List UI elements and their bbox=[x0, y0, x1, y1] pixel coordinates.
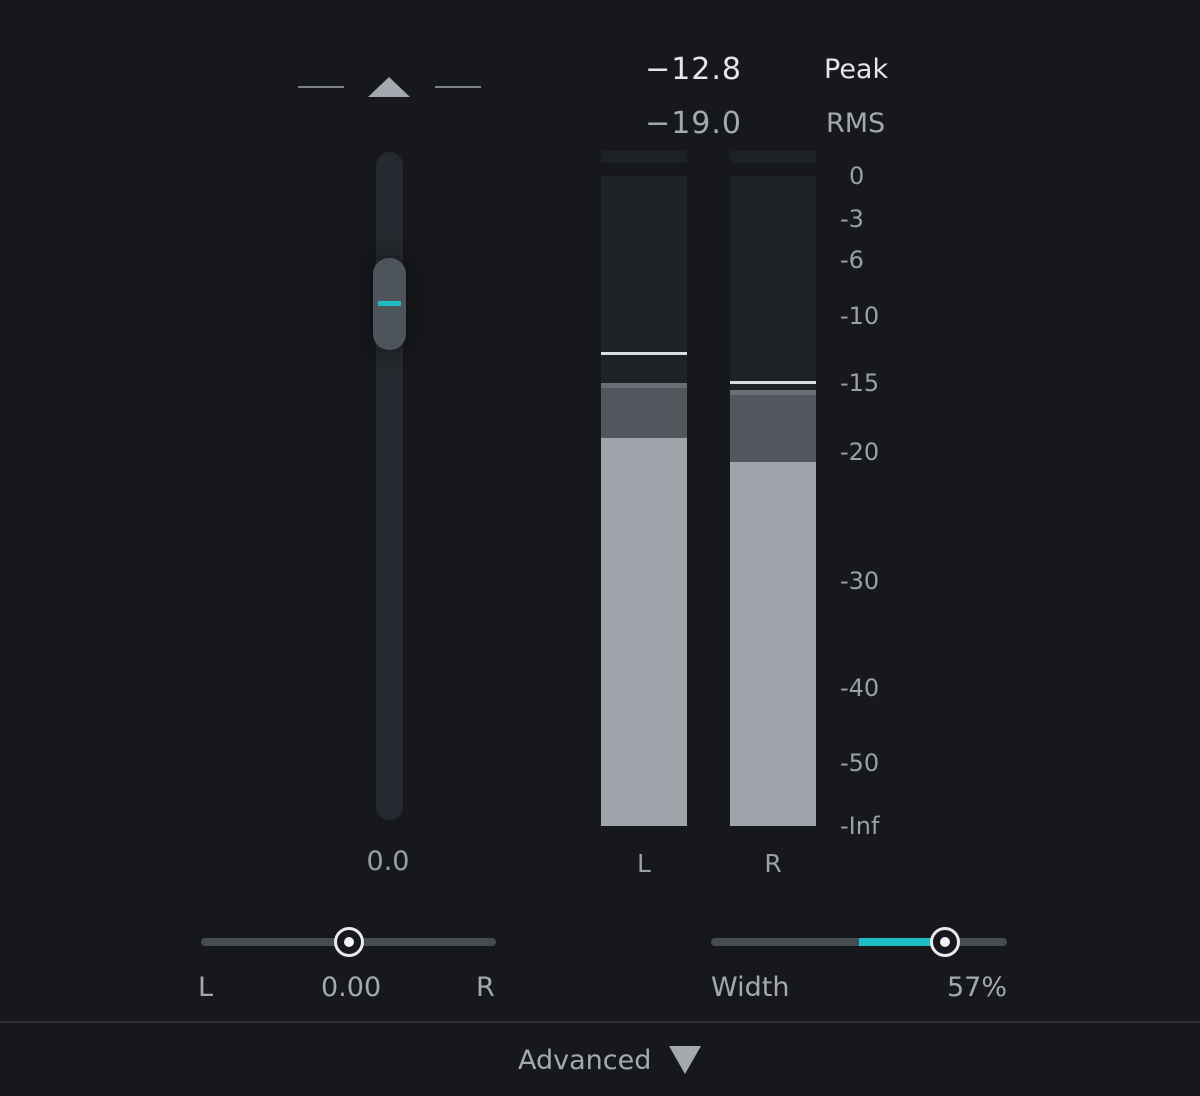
meter-scale-label: -Inf bbox=[840, 812, 880, 840]
meter-r-peak-zone bbox=[730, 389, 816, 463]
width-label: Width bbox=[711, 972, 790, 1003]
pan-value: 0.00 bbox=[321, 972, 382, 1003]
meter-l bbox=[601, 176, 687, 826]
meter-scale-label: -10 bbox=[840, 302, 880, 330]
meter-l-peak-hold bbox=[601, 351, 687, 355]
gain-value: 0.0 bbox=[366, 846, 410, 877]
pan-slider-knob[interactable] bbox=[333, 927, 364, 957]
width-slider-knob[interactable] bbox=[929, 927, 960, 957]
meter-scale-label: -20 bbox=[840, 438, 880, 466]
fader-handle-indicator bbox=[378, 300, 401, 306]
gain-fader-handle[interactable] bbox=[373, 257, 406, 350]
pan-right-label: R bbox=[476, 972, 495, 1003]
meter-r-label: R bbox=[764, 849, 782, 878]
pan-slider-track[interactable] bbox=[201, 927, 496, 957]
width-slider-track[interactable] bbox=[711, 927, 1007, 957]
peak-label: Peak bbox=[824, 54, 889, 85]
rms-value: −19.0 bbox=[645, 106, 742, 141]
meter-scale-label: -50 bbox=[840, 749, 880, 777]
meter-scale-label: 0 bbox=[849, 162, 865, 190]
gain-fader-track[interactable] bbox=[376, 152, 403, 820]
chevron-down-icon bbox=[669, 1046, 702, 1074]
meter-scale-label: -15 bbox=[840, 369, 880, 397]
meter-l-label: L bbox=[637, 849, 651, 878]
meter-r-rms-zone bbox=[730, 462, 816, 826]
fader-left-dash bbox=[298, 86, 344, 88]
advanced-label: Advanced bbox=[518, 1044, 652, 1076]
meter-l-cap bbox=[601, 151, 687, 163]
fader-right-dash bbox=[435, 86, 481, 88]
meter-r-cap bbox=[730, 151, 816, 163]
meter-r-peak-hold bbox=[730, 381, 816, 384]
meter-scale-label: -3 bbox=[840, 205, 864, 233]
meter-l-peak-zone bbox=[601, 383, 687, 439]
rms-label: RMS bbox=[826, 108, 886, 139]
fader-up-arrow-icon[interactable] bbox=[368, 77, 410, 97]
meter-l-rms-zone bbox=[601, 438, 687, 826]
meter-r bbox=[730, 176, 816, 826]
meter-scale-label: -6 bbox=[840, 246, 864, 274]
meter-scale-label: -30 bbox=[840, 567, 880, 595]
meter-scale-label: -40 bbox=[840, 674, 880, 702]
footer-divider bbox=[0, 1021, 1200, 1023]
peak-value: −12.8 bbox=[645, 52, 742, 87]
pan-left-label: L bbox=[198, 972, 214, 1003]
width-value: 57% bbox=[947, 972, 1008, 1003]
advanced-toggle[interactable]: Advanced bbox=[518, 1040, 702, 1080]
